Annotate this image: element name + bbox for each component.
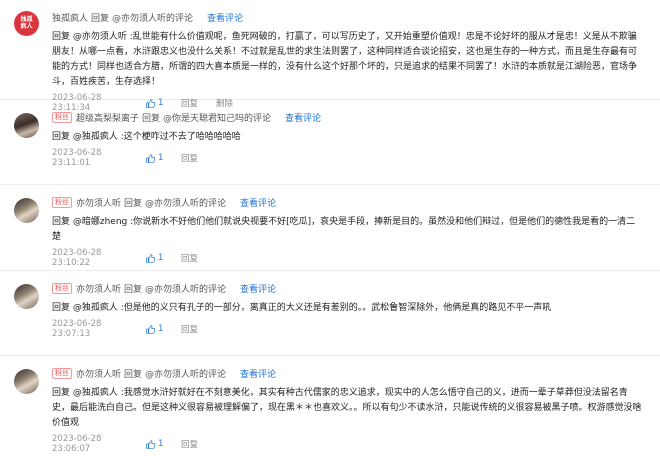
comment-item: 粉丝 亦勿须人听 回复 @亦勿须人听的评论 查看评论 回复 @暗娜zheng :… bbox=[0, 185, 660, 271]
fan-badge: 粉丝 bbox=[52, 282, 72, 294]
view-comment-link[interactable]: 查看评论 bbox=[207, 11, 243, 24]
like-button[interactable]: 1 bbox=[146, 439, 172, 449]
username[interactable]: 独孤疯人 bbox=[52, 11, 88, 24]
reply-target[interactable]: @亦勿须人听的评论 bbox=[145, 367, 226, 380]
like-button[interactable]: 1 bbox=[146, 253, 172, 263]
view-comment-link[interactable]: 查看评论 bbox=[240, 196, 276, 209]
reply-target[interactable]: @亦勿须人听的评论 bbox=[145, 196, 226, 209]
username[interactable]: 超级高梨梨离子 bbox=[76, 111, 139, 124]
like-count: 1 bbox=[158, 153, 164, 163]
username[interactable]: 亦勿须人听 bbox=[76, 196, 121, 209]
comment-item: 粉丝 亦勿须人听 回复 @亦勿须人听的评论 查看评论 回复 @独孤疯人 :我感觉… bbox=[0, 356, 660, 456]
fan-badge: 粉丝 bbox=[52, 196, 72, 208]
reply-label: 回复 bbox=[124, 284, 143, 295]
username[interactable]: 亦勿须人听 bbox=[76, 282, 121, 295]
reply-label: 回复 bbox=[124, 198, 143, 209]
timestamp: 2023-06-28 23:11:01 bbox=[52, 148, 102, 168]
view-comment-link[interactable]: 查看评论 bbox=[240, 282, 276, 295]
comment-text: 回复 @暗娜zheng :你说新水不好他们他们就说央视要不好[吃瓜]，哀央是手段… bbox=[52, 217, 636, 242]
comment-text: 回复 @独孤疯人 :这个梗咋过不去了哈哈哈哈哈 bbox=[52, 132, 241, 142]
thumbs-up-icon bbox=[146, 253, 155, 263]
thumbs-up-icon bbox=[146, 153, 155, 163]
like-count: 1 bbox=[158, 439, 164, 449]
like-count: 1 bbox=[158, 253, 164, 263]
fan-badge: 粉丝 bbox=[52, 111, 72, 123]
reply-target[interactable]: @亦勿须人听的评论 bbox=[145, 282, 226, 295]
avatar[interactable] bbox=[14, 198, 39, 223]
reply-label: 回复 bbox=[124, 369, 143, 380]
comment-text: 回复 @独孤疯人 :我感觉水浒好就好在不刻意美化，其实有种古代儒家的忠义追求，现… bbox=[52, 388, 642, 428]
comment-text: 回复 @亦勿须人听 :乱世能有什么价值观呢，鱼死网破的，打赢了，可以写历史了，又… bbox=[52, 32, 638, 87]
reply-button[interactable]: 回复 bbox=[181, 323, 198, 335]
reply-target[interactable]: @亦勿须人听的评论 bbox=[112, 11, 193, 24]
avatar[interactable]: 独孤 疯人 bbox=[14, 11, 39, 36]
timestamp: 2023-06-28 23:10:22 bbox=[52, 248, 102, 268]
avatar[interactable] bbox=[14, 113, 39, 138]
like-button[interactable]: 1 bbox=[146, 153, 172, 163]
comment-item: 粉丝 亦勿须人听 回复 @亦勿须人听的评论 查看评论 回复 @独孤疯人 :但是他… bbox=[0, 271, 660, 356]
reply-button[interactable]: 回复 bbox=[181, 438, 198, 450]
avatar[interactable] bbox=[14, 284, 39, 309]
reply-label: 回复 bbox=[142, 113, 161, 124]
reply-button[interactable]: 回复 bbox=[181, 152, 198, 164]
reply-label: 回复 bbox=[91, 13, 110, 24]
username[interactable]: 亦勿须人听 bbox=[76, 367, 121, 380]
thumbs-up-icon bbox=[146, 439, 155, 449]
comment-item: 粉丝 超级高梨梨离子 回复 @你是天聪君知己吗的评论 查看评论 回复 @独孤疯人… bbox=[0, 100, 660, 185]
reply-target[interactable]: @你是天聪君知己吗的评论 bbox=[163, 111, 271, 124]
avatar[interactable] bbox=[14, 369, 39, 394]
timestamp: 2023-06-28 23:06:07 bbox=[52, 434, 102, 454]
thumbs-up-icon bbox=[146, 324, 155, 334]
avatar-logo: 独孤 疯人 bbox=[20, 16, 33, 30]
fan-badge: 粉丝 bbox=[52, 367, 72, 379]
view-comment-link[interactable]: 查看评论 bbox=[240, 367, 276, 380]
like-count: 1 bbox=[158, 324, 164, 334]
comment-item: 独孤 疯人 独孤疯人 回复 @亦勿须人听的评论 查看评论 回复 @亦勿须人听 :乱… bbox=[0, 0, 660, 113]
comment-text: 回复 @独孤疯人 :但是他的义只有孔子的一部分，离真正的大义还是有差别的。。武松… bbox=[52, 303, 552, 313]
view-comment-link[interactable]: 查看评论 bbox=[285, 111, 321, 124]
like-button[interactable]: 1 bbox=[146, 324, 172, 334]
timestamp: 2023-06-28 23:07:13 bbox=[52, 319, 102, 339]
reply-button[interactable]: 回复 bbox=[181, 252, 198, 264]
